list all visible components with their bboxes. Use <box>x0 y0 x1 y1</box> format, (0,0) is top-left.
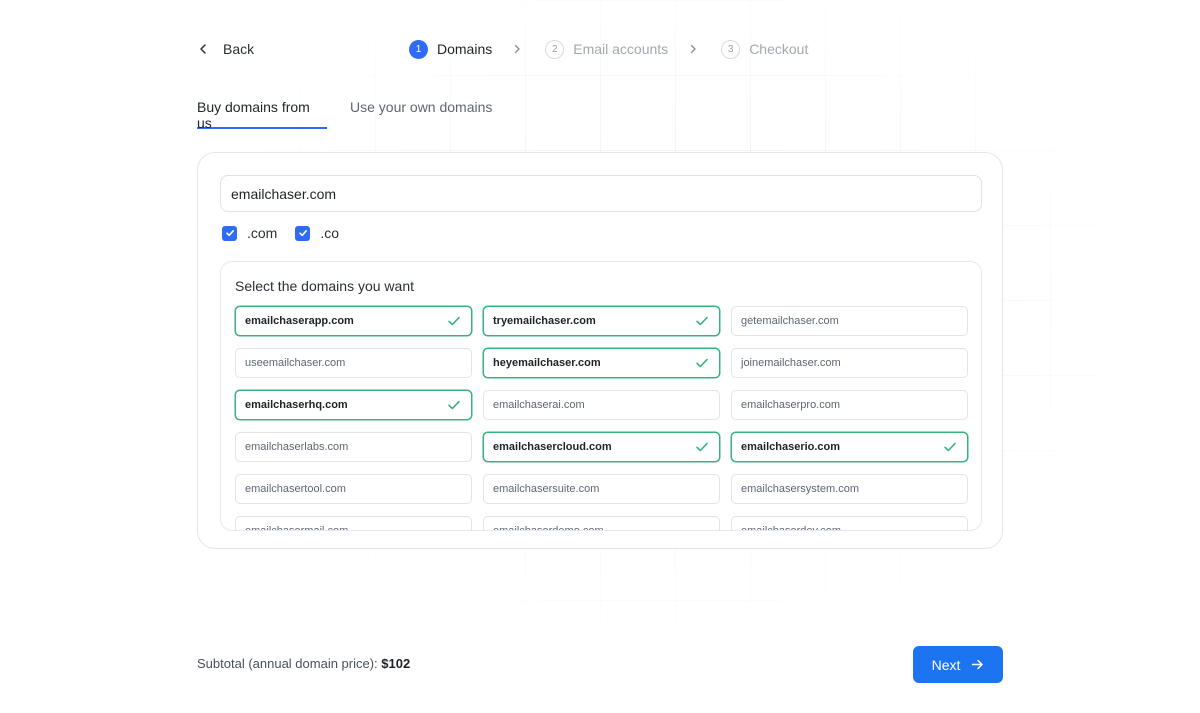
domain-option[interactable]: emailchaserhq.com <box>235 390 472 420</box>
check-icon <box>696 358 708 368</box>
step-email-accounts: 2 Email accounts <box>545 39 669 59</box>
domain-name: emailchaserapp.com <box>245 315 354 327</box>
tld-label: .com <box>247 225 278 241</box>
chevron-right-icon <box>690 44 696 54</box>
domain-name: emailchasertool.com <box>245 483 346 495</box>
domain-name: emailchasermail.com <box>245 525 349 531</box>
checkmark-icon <box>299 230 307 237</box>
tab-own-domains[interactable]: Use your own domains <box>350 96 492 129</box>
domain-name: emailchasersystem.com <box>741 483 859 495</box>
tld-label: .co <box>320 225 340 241</box>
subtotal: Subtotal (annual domain price): $102 <box>197 656 410 671</box>
domain-name: emailchaserhq.com <box>245 399 348 411</box>
back-label: Back <box>223 41 255 57</box>
step-checkout: 3 Checkout <box>721 39 809 59</box>
domain-search-input[interactable] <box>220 175 982 212</box>
tld-checkbox-co[interactable]: .co <box>295 225 339 241</box>
domain-option[interactable]: emailchasermail.com <box>235 516 472 531</box>
domain-name: emailchaserdemo.com <box>493 525 604 531</box>
domain-option[interactable]: useemailchaser.com <box>235 348 472 378</box>
check-icon <box>448 316 460 326</box>
domain-name: heyemailchaser.com <box>493 357 601 369</box>
step-domains: 1 Domains <box>409 39 493 59</box>
check-icon <box>448 400 460 410</box>
next-label: Next <box>931 656 961 673</box>
domain-option[interactable]: heyemailchaser.com <box>483 348 720 378</box>
step-label: Domains <box>437 41 493 57</box>
tld-filters: .com .co <box>222 225 339 241</box>
domain-purchase-page: Back 1 Domains 2 Email accounts 3 Checko… <box>0 0 1200 713</box>
tab-buy-domains[interactable]: Buy domains from us <box>197 96 327 131</box>
domain-option[interactable]: emailchaserio.com <box>731 432 968 462</box>
check-icon <box>696 442 708 452</box>
arrow-right-icon <box>972 659 984 670</box>
domain-name: emailchaserlabs.com <box>245 441 349 453</box>
domain-name: joinemailchaser.com <box>741 357 841 369</box>
check-icon <box>696 316 708 326</box>
step-label: Checkout <box>749 41 809 57</box>
domain-grid: emailchaserapp.com tryemailchaser.com gete… <box>235 306 968 531</box>
domain-option[interactable]: emailchaserdemo.com <box>483 516 720 531</box>
domain-option[interactable]: getemailchaser.com <box>731 306 968 336</box>
checkbox[interactable] <box>222 225 237 241</box>
domain-name: emailchaserpro.com <box>741 399 841 411</box>
domain-search-card: .com .co Select the domains you want ema… <box>197 152 1003 549</box>
domain-name: emailchaserai.com <box>493 399 585 411</box>
tld-checkbox-com[interactable]: .com <box>222 225 277 241</box>
step-number: 2 <box>545 39 565 59</box>
domain-option[interactable]: joinemailchaser.com <box>731 348 968 378</box>
picker-title: Select the domains you want <box>235 278 414 294</box>
domain-option[interactable]: emailchaserapp.com <box>235 306 472 336</box>
stepper: 1 Domains 2 Email accounts 3 Checkout <box>409 38 808 60</box>
step-number: 1 <box>409 39 428 59</box>
domain-name: emailchaserio.com <box>741 441 841 453</box>
domain-option[interactable]: emailchasersystem.com <box>731 474 968 504</box>
step-label: Email accounts <box>573 41 669 57</box>
step-number: 3 <box>721 39 741 59</box>
domain-option[interactable]: emailchaserai.com <box>483 390 720 420</box>
back-button[interactable]: Back <box>197 38 254 60</box>
chevron-left-icon <box>200 44 206 54</box>
domain-source-tabs: Buy domains from us Use your own domains <box>197 96 492 131</box>
subtotal-value: $102 <box>381 656 411 671</box>
domain-name: tryemailchaser.com <box>493 315 596 327</box>
checkmark-icon <box>225 230 234 237</box>
check-icon <box>944 442 956 452</box>
next-button[interactable]: Next <box>913 646 1003 683</box>
domain-option[interactable]: emailchasersuite.com <box>483 474 720 504</box>
domain-name: emailchasersuite.com <box>493 483 600 495</box>
domain-option[interactable]: emailchaserdev.com <box>731 516 968 531</box>
domain-name: emailchaserdev.com <box>741 525 842 531</box>
domain-option[interactable]: tryemailchaser.com <box>483 306 720 336</box>
domain-option[interactable]: emailchasertool.com <box>235 474 472 504</box>
domain-picker: Select the domains you want emailchasera… <box>220 261 982 531</box>
domain-name: getemailchaser.com <box>741 315 839 327</box>
domain-name: emailchasercloud.com <box>493 441 612 453</box>
subtotal-label: Subtotal (annual domain price): <box>197 656 378 671</box>
domain-option[interactable]: emailchasercloud.com <box>483 432 720 462</box>
chevron-right-icon <box>515 44 520 54</box>
domain-option[interactable]: emailchaserpro.com <box>731 390 968 420</box>
domain-name: useemailchaser.com <box>245 357 346 369</box>
checkbox[interactable] <box>295 225 311 241</box>
domain-option[interactable]: emailchaserlabs.com <box>235 432 472 462</box>
